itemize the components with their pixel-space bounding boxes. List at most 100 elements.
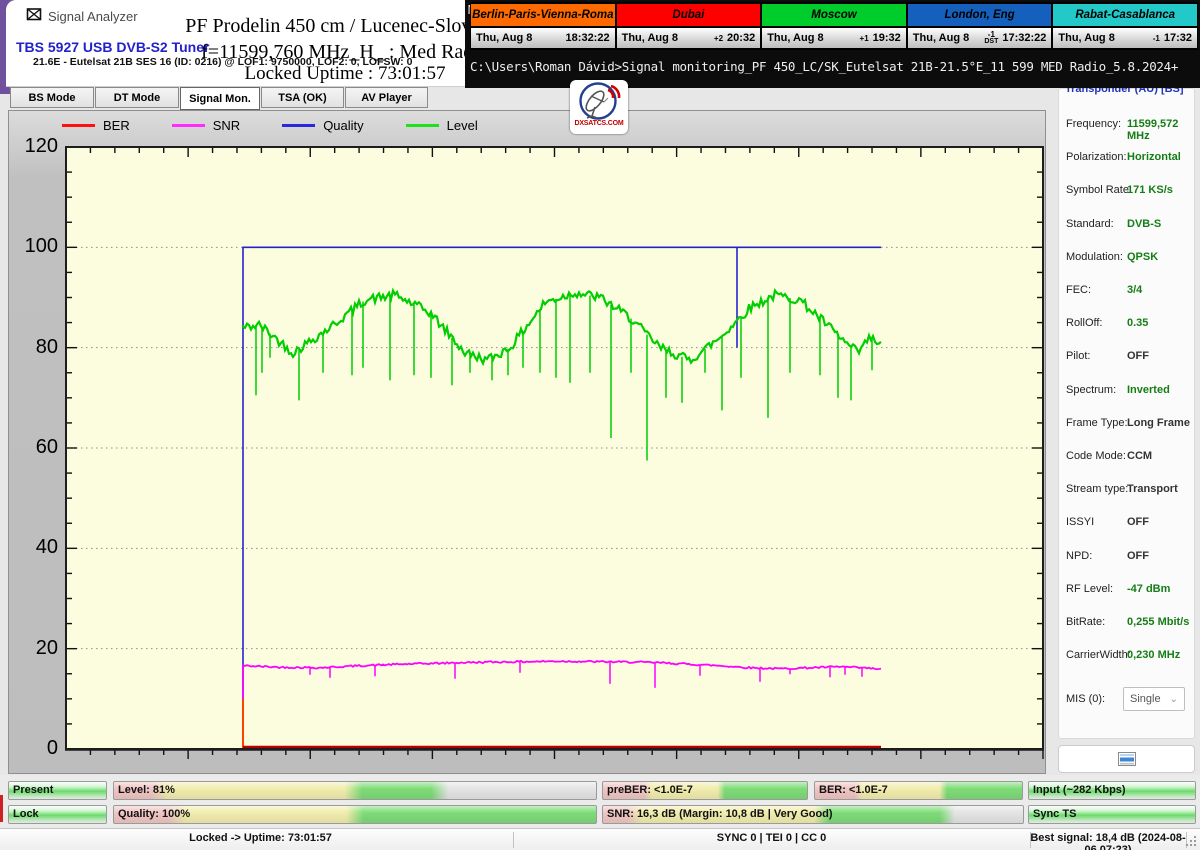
- transponder-row: BitRate: 0,255 Mbit/s: [1059, 607, 1196, 640]
- screen: Signal Analyzer TBS 5927 USB DVB-S2 Tune…: [0, 0, 1200, 850]
- tab-av-player[interactable]: AV Player: [345, 87, 428, 108]
- transponder-row-value: 0,230 MHz: [1127, 649, 1181, 662]
- signal-chart-svg: [65, 146, 1044, 759]
- indicator-bar-label: SNR: 16,3 dB (Margin: 10,8 dB | Very Goo…: [607, 808, 833, 820]
- status-sync: SYNC 0 | TEI 0 | CC 0: [716, 832, 827, 844]
- console-prompt: C:\Users\Roman Dávid>Signal monitoring_P…: [470, 59, 1179, 74]
- legend-swatch-level: [405, 124, 439, 127]
- clock-time: 19:32: [872, 32, 901, 44]
- mis-dropdown[interactable]: Single ⌄: [1123, 687, 1185, 711]
- indicator-bar-label: Sync TS: [1033, 808, 1077, 820]
- indicator-bar-label: Input (~282 Kbps): [1033, 784, 1126, 796]
- tab-dt-mode[interactable]: DT Mode: [95, 87, 179, 108]
- transponder-row-label: RF Level:: [1066, 582, 1114, 595]
- transponder-row-label: Spectrum:: [1066, 383, 1117, 396]
- tab-signal-mon[interactable]: Signal Mon.: [180, 87, 260, 110]
- legend-swatch-quality: [282, 124, 316, 127]
- y-axis-tick-label: 40: [35, 536, 58, 559]
- transponder-row: ISSYI OFF: [1059, 507, 1196, 540]
- app-icon: [26, 8, 42, 21]
- clock-date: Thu, Aug 8: [476, 32, 533, 44]
- indicator-bar-label: Lock: [13, 808, 39, 820]
- dxsatcs-logo: DXSATCS.COM: [570, 80, 628, 134]
- status-uptime: Locked -> Uptime: 73:01:57: [189, 832, 332, 844]
- transponder-row-value: 3/4: [1127, 284, 1143, 296]
- legend-label: Level: [446, 118, 478, 133]
- transponder-row-label: Frame Type:: [1066, 416, 1128, 429]
- transponder-row-value: Transport: [1127, 483, 1178, 496]
- indicator-bar-label: Quality: 100%: [118, 808, 191, 820]
- indicator-bar-label: BER: <1.0E-7: [819, 784, 888, 796]
- y-axis-tick-label: 60: [35, 436, 58, 458]
- clock-time: 17:32: [1163, 32, 1192, 44]
- clock-cell: Rabat-Casablanca Thu, Aug 8 -1 17:32: [1052, 2, 1198, 50]
- transponder-row: RF Level: -47 dBm: [1059, 574, 1196, 607]
- clock-time: 18:32:22: [565, 32, 610, 44]
- transponder-row-value: Inverted: [1127, 383, 1170, 396]
- clock-time: 20:32: [727, 32, 756, 44]
- indicator-bar: Quality: 100%: [113, 805, 597, 824]
- transponder-row-label: NPD:: [1066, 549, 1093, 562]
- status-bar: Locked -> Uptime: 73:01:57 SYNC 0 | TEI …: [0, 828, 1200, 850]
- mis-dropdown-value: Single: [1130, 693, 1161, 705]
- indicator-bar: Sync TS: [1028, 805, 1196, 824]
- transponder-row-value: Long Frame: [1127, 416, 1190, 429]
- transponder-row-label: Stream type:: [1066, 483, 1129, 496]
- transponder-row: Symbol Rate: 171 KS/s: [1059, 175, 1196, 208]
- list-icon: [1117, 752, 1136, 766]
- y-axis-tick-label: 120: [24, 135, 58, 157]
- transponder-row-label: FEC:: [1066, 284, 1092, 296]
- clock-city: London, Eng: [907, 4, 1052, 28]
- clock-date: Thu, Aug 8: [1058, 32, 1115, 44]
- clock-city: Rabat-Casablanca: [1053, 4, 1197, 28]
- transponder-row-value: 0,255 Mbit/s: [1127, 616, 1190, 628]
- transponder-row-label: Standard:: [1066, 217, 1114, 230]
- overlay-uptime: Locked Uptime : 73:01:57: [244, 63, 446, 84]
- transponder-row-label: Frequency:: [1066, 118, 1122, 130]
- world-clocks: Berlin-Paris-Vienna-Roma Thu, Aug 8 18:32:…: [470, 2, 1198, 50]
- signal-chart: [63, 144, 1046, 777]
- transponder-row-value: OFF: [1127, 350, 1149, 363]
- transponder-row-value: 11599,572 MHz: [1127, 118, 1179, 142]
- transponder-row-value: CCM: [1127, 450, 1153, 462]
- transponder-row-label: Modulation:: [1066, 250, 1123, 263]
- transponder-row: Modulation: QPSK: [1059, 242, 1196, 275]
- overlay-frequency: f=11599,760 MHz_H_ : Med Radio: [201, 41, 489, 63]
- legend-label: SNR: [212, 118, 241, 133]
- clock-date: Thu, Aug 8: [621, 32, 679, 44]
- clock-utc-offset: -1: [1152, 33, 1160, 43]
- transponder-row: Frame Type: Long Frame: [1059, 408, 1196, 441]
- transponder-row: FEC: 3/4: [1059, 275, 1196, 308]
- status-best-signal: Best signal: 18,4 dB (2024-08-06 07:23): [1030, 832, 1186, 850]
- resize-grip[interactable]: [1186, 836, 1198, 848]
- export-button[interactable]: [1058, 745, 1195, 773]
- tab-bs-mode[interactable]: BS Mode: [10, 87, 94, 108]
- clock-cell: Dubai Thu, Aug 8 +2 20:32: [615, 2, 762, 50]
- transponder-row-value: Horizontal: [1127, 151, 1181, 164]
- mis-row: MIS (0): Single ⌄: [1059, 687, 1196, 713]
- chevron-down-icon: ⌄: [1169, 693, 1178, 705]
- tab-tsa[interactable]: TSA (OK): [261, 87, 344, 108]
- transponder-row-label: BitRate:: [1066, 616, 1106, 628]
- clock-time: 17:32:22: [1002, 32, 1047, 44]
- transponder-row: CarrierWidth: 0,230 MHz: [1059, 640, 1196, 673]
- clock-cell: Moscow Thu, Aug 8 +1 19:32: [761, 2, 907, 50]
- clock-city: Dubai: [616, 4, 761, 28]
- clock-cell: Berlin-Paris-Vienna-Roma Thu, Aug 8 18:32:…: [470, 2, 616, 50]
- mis-label: MIS (0):: [1066, 693, 1106, 705]
- clock-cell: London, Eng Thu, Aug 8 -1 DST 17:32:22: [906, 2, 1053, 50]
- clock-time-row: Thu, Aug 8 -1 DST 17:32:22: [907, 28, 1052, 48]
- y-axis-tick-label: 0: [46, 737, 58, 759]
- y-axis-tick-label: 100: [24, 235, 58, 258]
- legend-label: Quality: [323, 118, 364, 133]
- clock-time-row: Thu, Aug 8 +1 19:32: [762, 28, 906, 48]
- transponder-panel: Transponder (AU) [BS] Frequency: 11599,57…: [1058, 83, 1196, 739]
- transponder-row: NPD: OFF: [1059, 541, 1196, 574]
- clock-time-row: Thu, Aug 8 +2 20:32: [616, 28, 761, 48]
- overlay-dish-location: PF Prodelin 450 cm / Lucenec-Slovakia: [185, 15, 505, 37]
- indicator-bar: Input (~282 Kbps): [1028, 781, 1196, 800]
- transponder-row: Stream type: Transport: [1059, 474, 1196, 507]
- transponder-row-label: Polarization:: [1066, 151, 1127, 164]
- clock-city: Moscow: [762, 4, 906, 28]
- transponder-row: RollOff: 0.35: [1059, 308, 1196, 341]
